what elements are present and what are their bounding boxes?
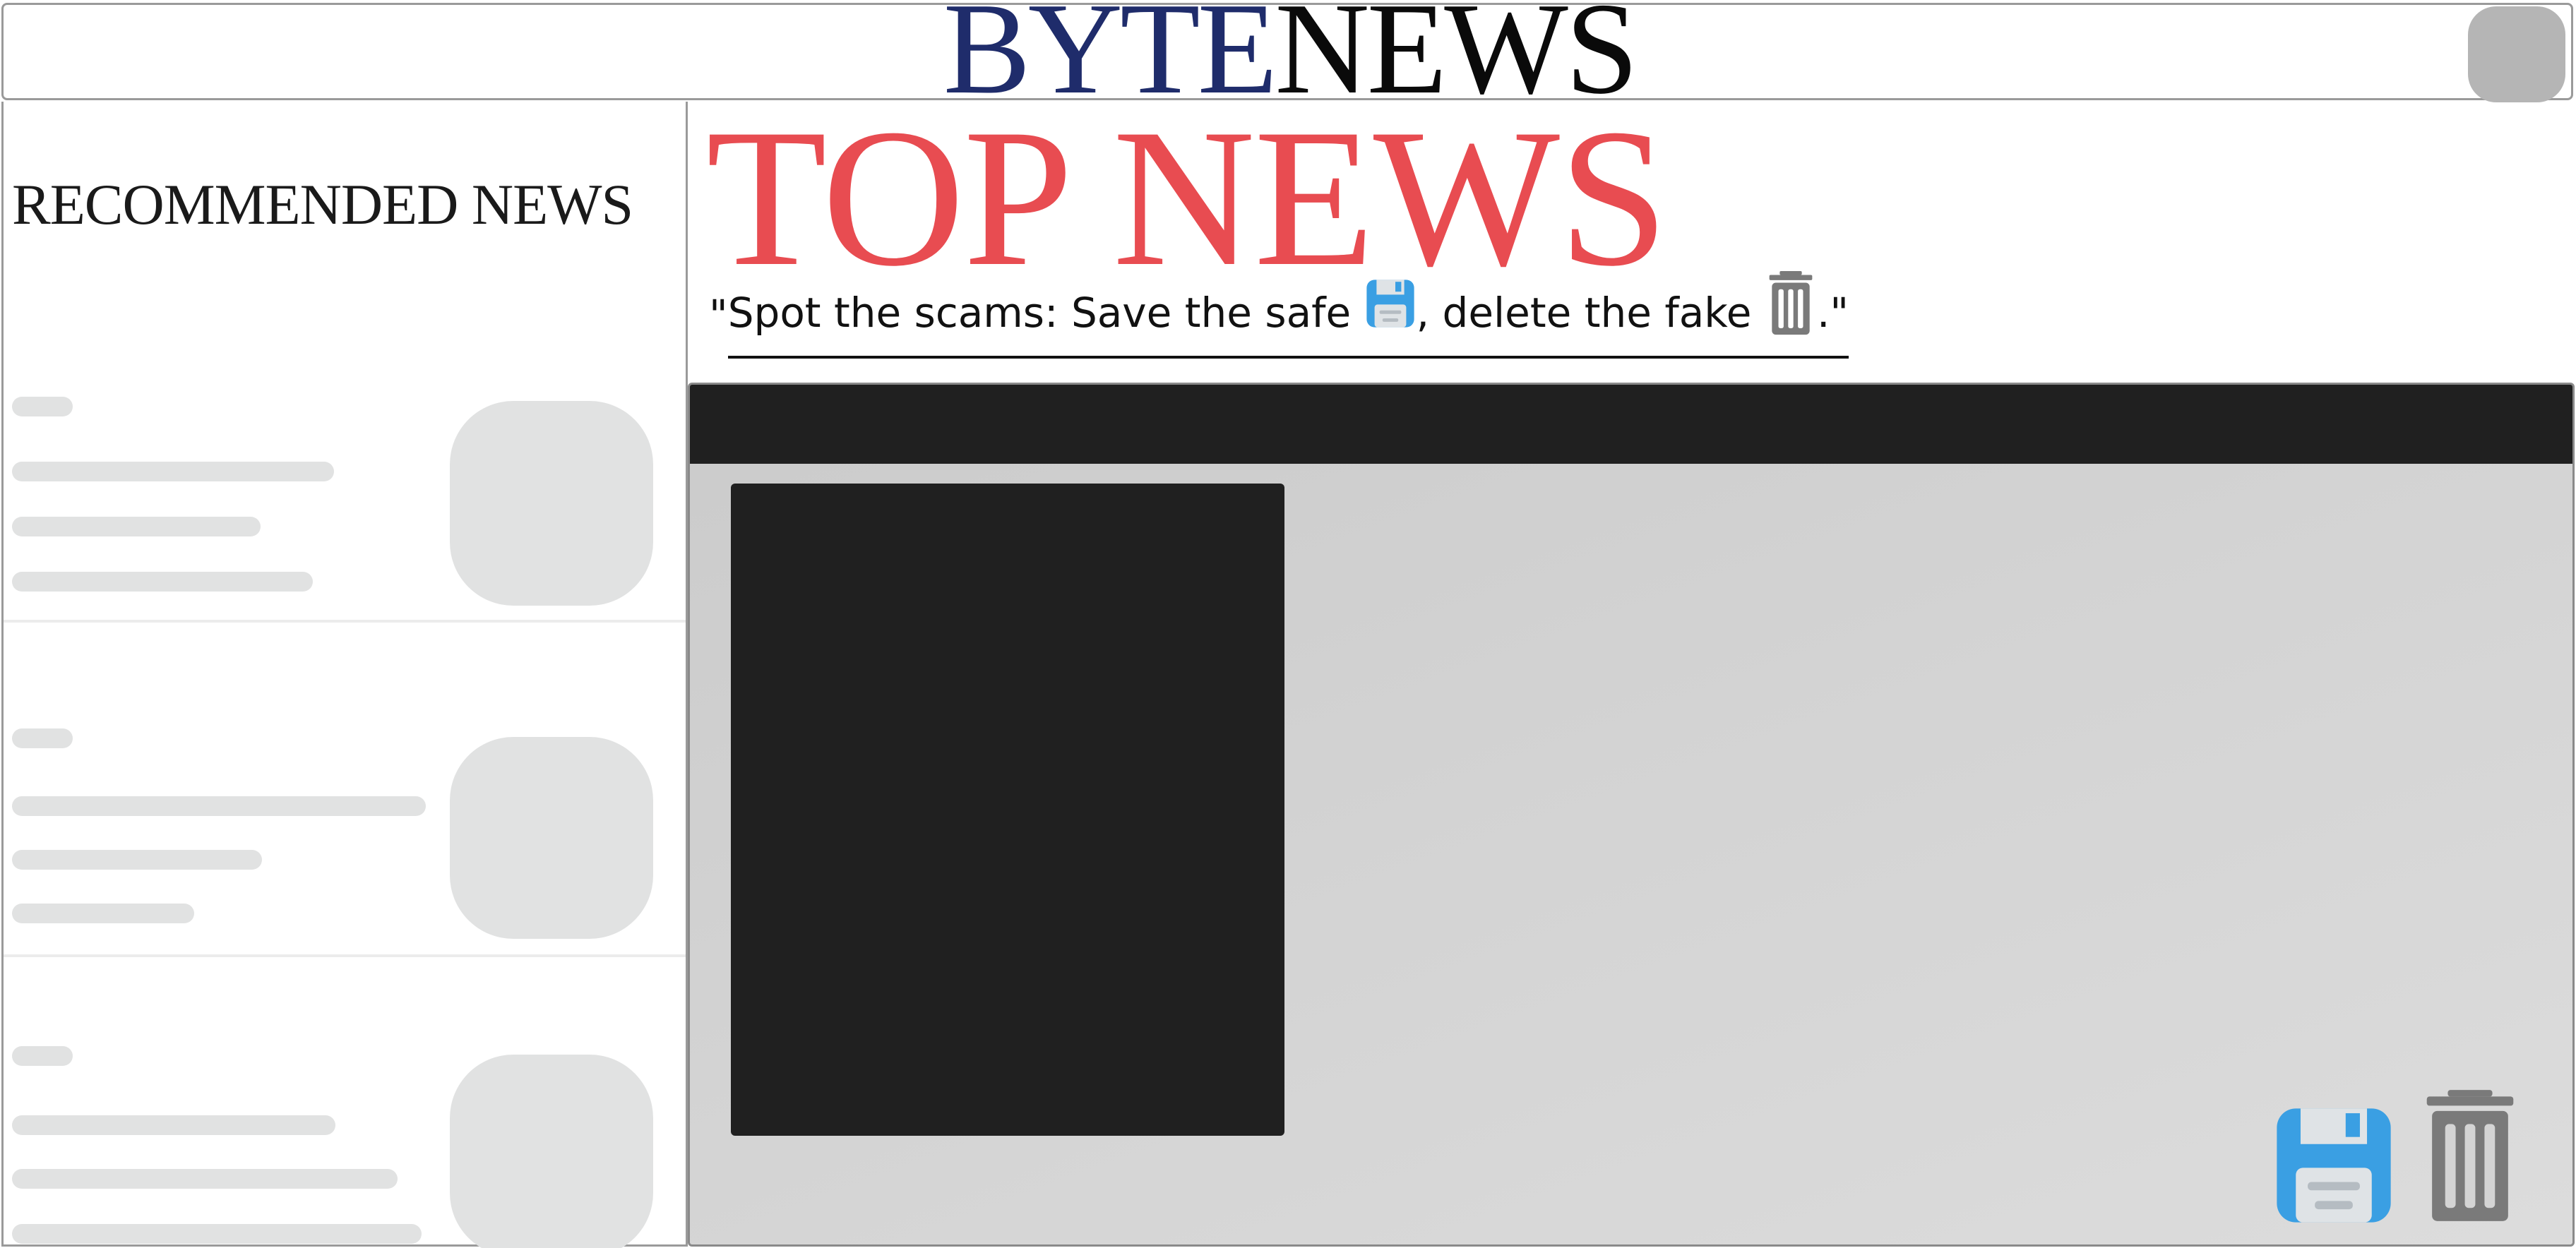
placeholder-thumbnail: [450, 737, 653, 939]
recommended-card[interactable]: [4, 957, 686, 1248]
site-header: BYTENEWS: [1, 0, 2573, 114]
tagline: " Spot the scams: Save the safe , delete…: [709, 271, 1849, 359]
tagline-part1: Spot the scams: Save the safe: [727, 289, 1364, 337]
trash-icon: [2426, 1090, 2514, 1221]
placeholder-thumbnail: [450, 401, 653, 606]
recommended-card[interactable]: [4, 623, 686, 957]
recommended-sidebar: RECOMMENDED NEWS: [1, 102, 688, 1248]
placeholder-tag: [12, 1046, 73, 1066]
article-image: [731, 484, 1284, 1136]
tagline-part2: , delete the fake: [1416, 289, 1765, 337]
recommended-card[interactable]: [4, 292, 686, 623]
article-panel: [688, 383, 2575, 1247]
placeholder-line: [12, 462, 334, 481]
placeholder-line: [12, 517, 261, 536]
article-header-bar: [690, 385, 2572, 464]
placeholder-line: [12, 850, 262, 870]
delete-button[interactable]: [2424, 1089, 2516, 1222]
trash-icon: [1765, 271, 1817, 354]
placeholder-tag: [12, 397, 73, 416]
placeholder-thumbnail: [450, 1055, 653, 1248]
placeholder-line: [12, 572, 313, 592]
save-button[interactable]: [2274, 1106, 2393, 1225]
placeholder-line: [12, 796, 426, 816]
placeholder-tag: [12, 728, 73, 748]
placeholder-line: [12, 1115, 335, 1135]
placeholder-line: [12, 904, 194, 923]
tagline-text: Spot the scams: Save the safe , delete t…: [727, 271, 1849, 359]
byte-news-page: BYTENEWS RECOMMENDED NEWS TOP NEWS " Spo…: [0, 0, 2576, 1248]
placeholder-line: [12, 1169, 398, 1189]
floppy-disk-icon: [1364, 279, 1417, 347]
tagline-open-quote: ": [709, 291, 728, 339]
top-news-title: TOP NEWS: [706, 88, 1669, 307]
user-avatar[interactable]: [2468, 6, 2565, 102]
tagline-close: .": [1816, 289, 1849, 337]
placeholder-line: [12, 1224, 422, 1244]
floppy-disk-icon: [2277, 1108, 2391, 1223]
recommended-title: RECOMMENDED NEWS: [12, 172, 633, 236]
